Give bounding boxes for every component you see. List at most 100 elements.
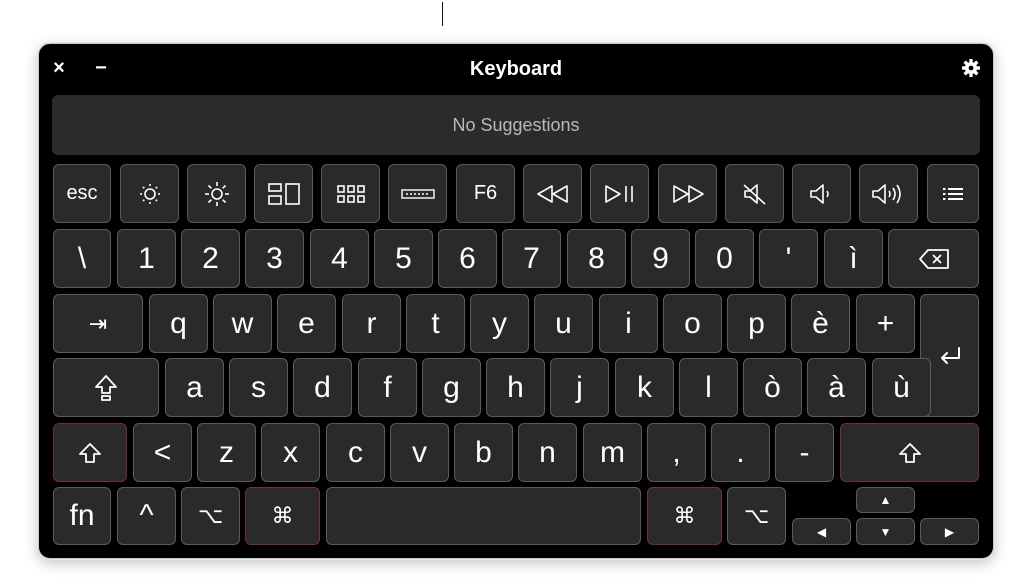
- key-minus[interactable]: -: [775, 423, 834, 482]
- key-e-grave[interactable]: è: [791, 294, 850, 353]
- key-x[interactable]: x: [261, 423, 320, 482]
- key-i[interactable]: i: [599, 294, 658, 353]
- volume-down-key[interactable]: [792, 164, 851, 223]
- control-key[interactable]: ^: [117, 487, 176, 545]
- key-8[interactable]: 8: [567, 229, 626, 288]
- right-shift-key[interactable]: [840, 423, 979, 482]
- volume-up-key[interactable]: [859, 164, 918, 223]
- left-command-key[interactable]: ⌘: [245, 487, 320, 545]
- key-3[interactable]: 3: [245, 229, 304, 288]
- esc-key[interactable]: esc: [53, 164, 111, 223]
- key-apostrophe[interactable]: ': [759, 229, 818, 288]
- left-shift-key[interactable]: [53, 423, 127, 482]
- key-n[interactable]: n: [518, 423, 577, 482]
- key-e[interactable]: e: [277, 294, 336, 353]
- key-label: .: [736, 435, 745, 469]
- shift-icon: [79, 442, 101, 463]
- brightness-down-key[interactable]: [120, 164, 179, 223]
- key-s[interactable]: s: [229, 358, 288, 417]
- arrow-right-key[interactable]: ▶: [920, 518, 979, 545]
- caps-lock-key[interactable]: [53, 358, 159, 417]
- key-z[interactable]: z: [197, 423, 256, 482]
- key-q[interactable]: q: [149, 294, 208, 353]
- right-command-key[interactable]: ⌘: [647, 487, 722, 545]
- key-o-grave[interactable]: ò: [743, 358, 802, 417]
- mute-key[interactable]: [725, 164, 784, 223]
- key-0[interactable]: 0: [695, 229, 754, 288]
- key-label: s: [251, 370, 266, 404]
- key-v[interactable]: v: [390, 423, 449, 482]
- key-p[interactable]: p: [727, 294, 786, 353]
- f6-key[interactable]: F6: [456, 164, 515, 223]
- key-b[interactable]: b: [454, 423, 513, 482]
- option-icon: ⌥: [743, 503, 770, 528]
- key-label: l: [705, 370, 712, 404]
- key-label: ,: [672, 435, 681, 469]
- gear-icon[interactable]: [959, 56, 983, 80]
- key-label: r: [366, 306, 377, 340]
- key-j[interactable]: j: [550, 358, 609, 417]
- tab-key[interactable]: ⇥: [53, 294, 143, 353]
- delete-key[interactable]: [888, 229, 979, 288]
- key-comma[interactable]: ,: [647, 423, 706, 482]
- key-9[interactable]: 9: [631, 229, 690, 288]
- key-i-grave[interactable]: ì: [824, 229, 883, 288]
- f6-label: F6: [473, 182, 498, 204]
- key-c[interactable]: c: [326, 423, 385, 482]
- key-g[interactable]: g: [422, 358, 481, 417]
- suggestions-bar: No Suggestions: [52, 95, 980, 155]
- option-icon: ⌥: [197, 503, 224, 528]
- key-5[interactable]: 5: [374, 229, 433, 288]
- key-y[interactable]: y: [470, 294, 529, 353]
- space-bar[interactable]: [326, 487, 641, 545]
- key-label: 6: [459, 241, 476, 275]
- key-f[interactable]: f: [358, 358, 417, 417]
- fast-forward-key[interactable]: [658, 164, 717, 223]
- key-less-than[interactable]: <: [133, 423, 192, 482]
- key-a-grave[interactable]: à: [807, 358, 866, 417]
- left-option-key[interactable]: ⌥: [181, 487, 240, 545]
- key-m[interactable]: m: [583, 423, 642, 482]
- key-u[interactable]: u: [534, 294, 593, 353]
- key-plus[interactable]: +: [856, 294, 915, 353]
- list-key[interactable]: [927, 164, 979, 223]
- key-label: k: [637, 370, 652, 404]
- arrow-left-key[interactable]: ◀: [792, 518, 851, 545]
- control-icon: ^: [139, 499, 154, 532]
- play-pause-key[interactable]: [590, 164, 649, 223]
- key-label: w: [231, 306, 254, 340]
- key-period[interactable]: .: [711, 423, 770, 482]
- key-t[interactable]: t: [406, 294, 465, 353]
- key-a[interactable]: a: [165, 358, 224, 417]
- fn-key[interactable]: fn: [53, 487, 111, 545]
- key-label: z: [219, 435, 234, 469]
- key-2[interactable]: 2: [181, 229, 240, 288]
- brightness-up-key[interactable]: [187, 164, 246, 223]
- key-h[interactable]: h: [486, 358, 545, 417]
- key-label: \: [77, 241, 87, 275]
- key-k[interactable]: k: [615, 358, 674, 417]
- key-1[interactable]: 1: [117, 229, 176, 288]
- key-6[interactable]: 6: [438, 229, 497, 288]
- key-4[interactable]: 4: [310, 229, 369, 288]
- key-w[interactable]: w: [213, 294, 272, 353]
- key-r[interactable]: r: [342, 294, 401, 353]
- key-o[interactable]: o: [663, 294, 722, 353]
- key-l[interactable]: l: [679, 358, 738, 417]
- right-option-key[interactable]: ⌥: [727, 487, 786, 545]
- arrow-up-key[interactable]: ▲: [856, 487, 915, 513]
- key-backslash[interactable]: \: [53, 229, 111, 288]
- key-7[interactable]: 7: [502, 229, 561, 288]
- mission-control-key[interactable]: [254, 164, 313, 223]
- tab-icon: ⇥: [88, 310, 108, 336]
- arrow-down-key[interactable]: ▼: [856, 518, 915, 545]
- delete-icon: [918, 248, 949, 269]
- key-u-grave[interactable]: ù: [872, 358, 931, 417]
- arrow-right-icon: ▶: [944, 524, 955, 539]
- keyboard-brightness-key[interactable]: [388, 164, 447, 223]
- rewind-key[interactable]: [523, 164, 582, 223]
- key-label: 2: [202, 241, 219, 275]
- launchpad-key[interactable]: [321, 164, 380, 223]
- esc-label: esc: [66, 182, 98, 204]
- key-d[interactable]: d: [293, 358, 352, 417]
